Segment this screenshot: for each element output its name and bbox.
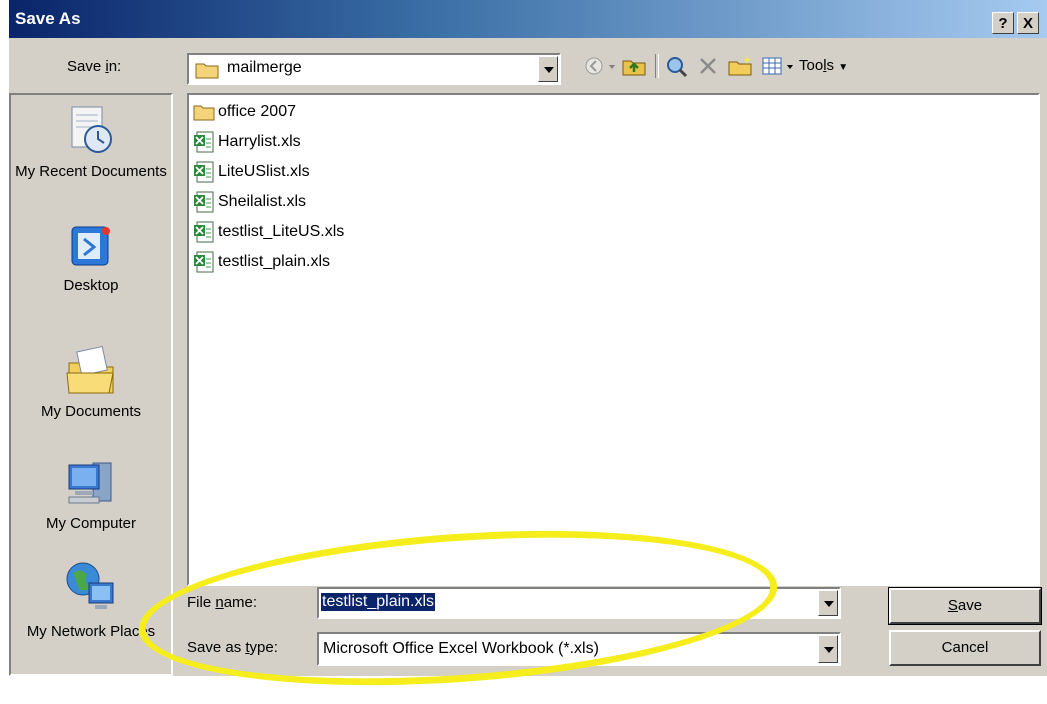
title-bar[interactable]: Save As ? X [9,0,1047,38]
window-title: Save As [15,9,81,28]
back-icon[interactable] [583,55,605,77]
folder-icon [195,63,219,79]
place-recent-documents[interactable]: My Recent Documents [11,105,171,182]
excel-file-icon [194,161,214,183]
delete-icon[interactable] [697,55,719,77]
folder-icon [193,105,215,121]
place-network-places[interactable]: My Network Places [11,559,171,642]
search-web-icon[interactable] [665,55,689,79]
tools-dropdown-icon: ▼ [838,62,849,73]
excel-file-icon [194,221,214,243]
save-button[interactable]: Save [888,587,1042,625]
file-name-value: testlist_plain.xls [321,593,436,611]
file-name-label: File name: [187,594,258,611]
help-button[interactable]: ? [992,12,1014,34]
excel-file-icon [194,251,214,273]
save-as-type-select[interactable]: Microsoft Office Excel Workbook (*.xls) [317,632,841,666]
save-in-combo[interactable]: mailmerge [187,53,561,85]
list-item-file[interactable]: testlist_LiteUS.xls [193,219,344,245]
save-in-value: mailmerge [227,59,302,76]
save-as-type-dropdown-button[interactable] [818,635,838,663]
list-item-file[interactable]: Harrylist.xls [193,129,301,155]
file-list[interactable]: office 2007 Harrylist.xls LiteUSlist.xls [187,93,1040,586]
list-item-file[interactable]: Sheilalist.xls [193,189,306,215]
save-in-label: Save in: [67,58,122,75]
desktop-icon [71,226,110,266]
toolbar-separator [655,54,659,78]
recent-documents-icon [71,106,112,153]
file-name-input[interactable]: testlist_plain.xls [317,587,841,619]
my-computer-icon [68,462,112,504]
my-documents-icon [66,345,114,394]
cancel-button[interactable]: Cancel [889,630,1041,666]
save-as-type-label: Save as type: [187,639,278,656]
save-in-dropdown-button[interactable] [538,56,558,82]
list-item-file[interactable]: LiteUSlist.xls [193,159,310,185]
network-places-icon [66,562,114,609]
save-as-dialog: Save As ? X Save in: mailmerge Tools ▼ M… [8,0,1047,676]
new-folder-icon[interactable] [727,55,753,77]
place-desktop[interactable]: Desktop [11,223,171,296]
views-dropdown-icon[interactable] [785,55,795,77]
up-folder-icon[interactable] [621,55,647,77]
place-my-computer[interactable]: My Computer [11,457,171,534]
close-button[interactable]: X [1017,12,1039,34]
list-item-file[interactable]: testlist_plain.xls [193,249,330,275]
place-my-documents[interactable]: My Documents [11,343,171,422]
save-as-type-value: Microsoft Office Excel Workbook (*.xls) [323,640,599,657]
list-item-folder[interactable]: office 2007 [193,99,296,125]
views-icon[interactable] [761,55,783,77]
back-dropdown-icon[interactable] [607,55,617,77]
tools-menu[interactable]: Tools ▼ [799,57,848,74]
excel-file-icon [194,191,214,213]
file-name-dropdown-button[interactable] [818,590,838,616]
excel-file-icon [194,131,214,153]
places-bar: My Recent Documents Desktop My Documents [9,93,173,676]
